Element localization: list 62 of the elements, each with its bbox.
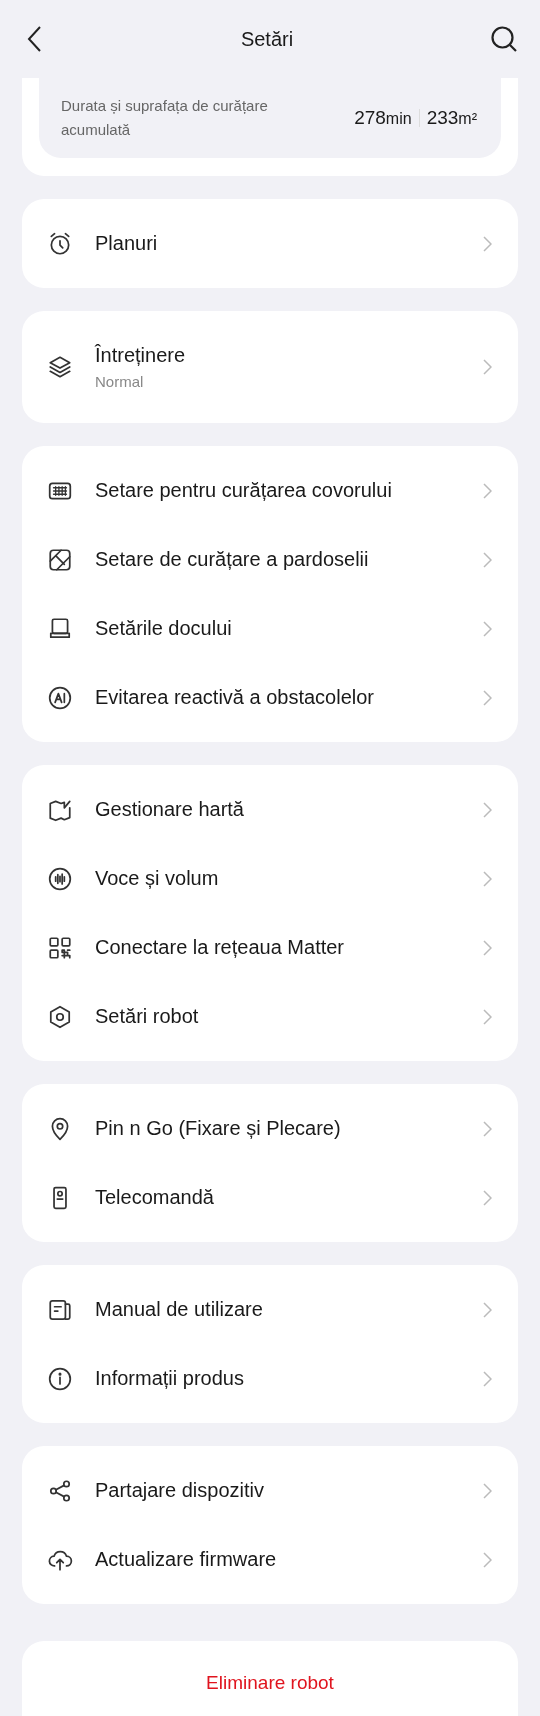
chevron-icon <box>483 1370 492 1387</box>
hexagon-nut-icon <box>47 1003 73 1030</box>
search-button[interactable] <box>490 25 518 53</box>
duration-value: 278min <box>354 107 412 129</box>
settings-row[interactable]: Pin n Go (Fixare și Plecare) <box>22 1094 518 1163</box>
settings-row[interactable]: Informații produs <box>22 1344 518 1413</box>
chevron-icon <box>483 870 492 887</box>
row-label: Telecomandă <box>95 1186 215 1209</box>
settings-row[interactable]: Setări robot <box>22 982 518 1051</box>
chevron-icon <box>483 1482 492 1499</box>
row-label: Gestionare hartă <box>95 798 245 821</box>
remove-robot-button[interactable]: Eliminare robot <box>22 1641 518 1716</box>
stats-label: Durata și suprafața de curățare acumulată <box>61 96 269 140</box>
chevron-icon <box>483 801 492 818</box>
settings-row[interactable]: Manual de utilizare <box>22 1275 518 1344</box>
chevron-icon <box>483 235 492 252</box>
info-icon <box>47 1365 73 1392</box>
chevron-icon <box>483 359 492 375</box>
page-title: Setări <box>240 27 294 51</box>
settings-row[interactable]: Actualizare firmware <box>22 1525 518 1594</box>
layers-icon <box>47 354 73 380</box>
row-label: Voce și volum <box>95 867 220 890</box>
settings-row[interactable]: Partajare dispozitiv <box>22 1456 518 1525</box>
row-label: Informații produs <box>95 1367 245 1390</box>
row-label: Partajare dispozitiv <box>95 1479 265 1502</box>
row-label: Setare pentru curățarea covorului <box>95 479 393 502</box>
chevron-icon <box>483 1008 492 1025</box>
row-label: Pin n Go (Fixare și Plecare) <box>95 1117 342 1140</box>
chevron-icon <box>483 620 492 637</box>
row-label: Planuri <box>95 232 159 255</box>
row-label: Setările docului <box>95 617 233 640</box>
settings-row[interactable]: Setare pentru curățarea covorului <box>22 456 518 525</box>
share-icon <box>47 1477 73 1504</box>
row-label: Actualizare firmware <box>95 1548 278 1571</box>
settings-row[interactable]: Conectare la rețeaua Matter <box>22 913 518 982</box>
chevron-icon <box>483 1120 492 1137</box>
row-label: Conectare la rețeaua Matter <box>95 936 346 959</box>
row-label: Setare de curățare a pardoselii <box>95 548 370 571</box>
settings-row[interactable]: Gestionare hartă <box>22 775 518 844</box>
chevron-icon <box>483 551 492 568</box>
sound-wave-icon <box>47 865 73 892</box>
chevron-icon <box>483 689 492 706</box>
row-label: Manual de utilizare <box>95 1298 264 1321</box>
qr-code-icon <box>47 934 73 961</box>
settings-row[interactable]: Setare de curățare a pardoselii <box>22 525 518 594</box>
floor-tile-icon <box>47 546 73 573</box>
settings-row[interactable]: Telecomandă <box>22 1163 518 1232</box>
chevron-icon <box>483 939 492 956</box>
row-label: Setări robot <box>95 1005 200 1028</box>
ai-badge-icon <box>47 684 73 711</box>
row-subtitle: Normal <box>95 373 145 390</box>
settings-row[interactable]: Setările docului <box>22 594 518 663</box>
chevron-icon <box>483 1189 492 1206</box>
area-value: 233m² <box>426 107 477 129</box>
settings-row[interactable]: Voce și volum <box>22 844 518 913</box>
chevron-icon <box>483 1551 492 1568</box>
row-label: Întreținere <box>95 344 187 367</box>
row-label: Evitarea reactivă a obstacolelor <box>95 686 376 709</box>
chevron-icon <box>483 1301 492 1318</box>
chevron-icon <box>483 482 492 499</box>
back-button[interactable] <box>26 25 44 53</box>
settings-row[interactable]: Evitarea reactivă a obstacolelor <box>22 663 518 732</box>
